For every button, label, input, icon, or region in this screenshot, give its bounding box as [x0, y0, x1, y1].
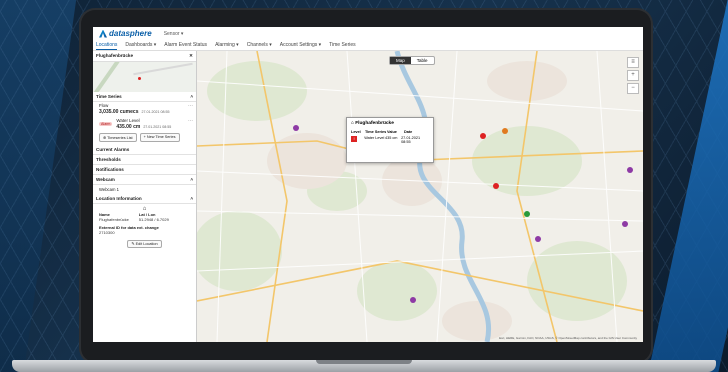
sidebar-title: Flughafenbrücke	[96, 53, 134, 58]
zoom-in-button[interactable]: +	[627, 70, 639, 81]
popup-data-row[interactable]: ! Water Level 435 cm 27.01.2021 08:55	[347, 135, 433, 145]
laptop-screen: datasphere Sensor ▾ Locations Dashboards…	[93, 27, 643, 342]
series-timestamp: 27.01.2021 08:55	[141, 110, 170, 114]
map-controls: ≡ + −	[627, 57, 639, 94]
series-actions: ⊕ Timeseries List + New Time Series	[93, 130, 196, 145]
section-current-alarms[interactable]: Current Alarms	[93, 145, 196, 155]
external-id: 2710300	[99, 230, 115, 235]
section-location-info[interactable]: Location Information ˄	[93, 194, 196, 204]
location-sidebar: Flughafenbrücke ✕ Time Series ˄ Flow ⋯ 3,0…	[93, 51, 197, 342]
timeseries-list-button[interactable]: ⊕ Timeseries List	[99, 133, 137, 142]
chevron-up-icon: ˄	[190, 196, 193, 201]
more-icon[interactable]: ⋯	[188, 118, 193, 124]
map-view[interactable]: Map Table ≡ + − ⌂ Flughafenbrücke Level T…	[197, 51, 643, 342]
nav-channels[interactable]: Channels ▾	[247, 41, 272, 49]
zoom-out-button[interactable]: −	[627, 83, 639, 94]
alarm-badge: Alarm	[99, 122, 113, 126]
location-marker[interactable]	[410, 297, 416, 303]
more-icon[interactable]: ⋯	[188, 103, 193, 109]
brand-logo[interactable]: datasphere	[99, 29, 152, 38]
location-latlon: 51.2948 / 6.7029	[138, 217, 169, 222]
series-value: 3,035.00 cumecs	[99, 109, 139, 115]
popup-title: ⌂ Flughafenbrücke	[351, 121, 394, 126]
section-webcam[interactable]: Webcam ˄	[93, 175, 196, 185]
location-name: Flughafenbrücke	[99, 217, 129, 222]
location-popup[interactable]: ⌂ Flughafenbrücke Level Time Series Value D…	[346, 117, 434, 163]
series-value: 435.00 cm	[116, 124, 141, 130]
location-marker[interactable]	[535, 236, 541, 242]
warning-icon: !	[351, 136, 357, 142]
section-thresholds[interactable]: Thresholds	[93, 155, 196, 165]
nav-account-settings[interactable]: Account Settings ▾	[280, 41, 321, 49]
tab-table[interactable]: Table	[411, 57, 434, 64]
location-marker[interactable]	[293, 125, 299, 131]
series-water-level[interactable]: Alarm Water Level ⋯ 435.00 cm 27.01.2021 0…	[93, 117, 196, 130]
nav-time-series[interactable]: Time Series	[329, 41, 356, 49]
nav-alarming[interactable]: Alarming ▾	[215, 41, 239, 49]
alarm-marker[interactable]	[502, 128, 508, 134]
layers-icon[interactable]: ≡	[627, 57, 639, 68]
chevron-up-icon: ˄	[190, 94, 193, 99]
location-pin-icon	[138, 77, 141, 80]
app-header: datasphere Sensor ▾	[93, 27, 643, 40]
location-marker[interactable]	[524, 211, 530, 217]
logo-icon	[99, 29, 107, 38]
alarm-marker[interactable]	[493, 183, 499, 189]
location-info: ⌂ Name Flughafenbrücke Lat / Lon 51.2948 /…	[93, 204, 196, 248]
map-attribution: Esri, HERE, Garmin, FAO, NOAA, USGS, © O…	[499, 336, 637, 340]
location-marker[interactable]	[622, 221, 628, 227]
section-notifications[interactable]: Notifications	[93, 165, 196, 175]
laptop-notch	[316, 360, 412, 364]
org-selector[interactable]: Sensor ▾	[164, 31, 184, 37]
map-basemap	[197, 51, 643, 342]
nav-locations[interactable]: Locations	[96, 41, 118, 50]
tab-map[interactable]: Map	[390, 57, 411, 64]
new-time-series-button[interactable]: + New Time Series	[139, 133, 180, 142]
location-minimap[interactable]	[93, 62, 196, 92]
series-flow[interactable]: Flow ⋯ 3,035.00 cumecs 27.01.2021 08:55	[93, 102, 196, 115]
chevron-up-icon: ˄	[190, 177, 193, 182]
location-marker[interactable]	[627, 167, 633, 173]
series-timestamp: 27.01.2021 08:55	[143, 125, 172, 129]
webcam-item[interactable]: Webcam 1	[93, 185, 196, 194]
nav-dashboards[interactable]: Dashboards ▾	[125, 41, 156, 49]
view-toggle: Map Table	[389, 56, 435, 65]
nav-alarm-event-status[interactable]: Alarm Event Status	[164, 41, 207, 49]
alarm-marker[interactable]	[480, 133, 486, 139]
edit-location-button[interactable]: ✎ Edit Location	[127, 240, 162, 248]
close-icon[interactable]: ✕	[189, 53, 193, 59]
sidebar-header: Flughafenbrücke ✕	[93, 51, 196, 62]
section-time-series[interactable]: Time Series ˄	[93, 92, 196, 102]
main-nav: Locations Dashboards ▾ Alarm Event Statu…	[93, 40, 643, 51]
